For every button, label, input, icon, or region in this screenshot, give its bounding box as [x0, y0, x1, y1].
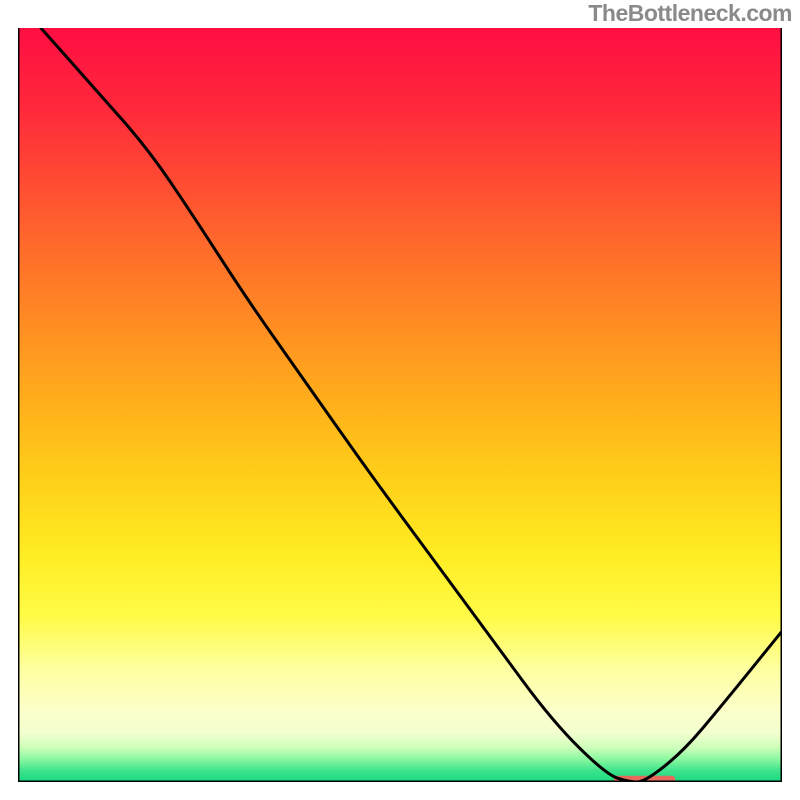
- chart-container: TheBottleneck.com: [0, 0, 800, 800]
- gradient-background: [18, 28, 782, 782]
- chart-plot: [18, 28, 782, 782]
- chart-svg: [18, 28, 782, 782]
- attribution-label: TheBottleneck.com: [588, 0, 792, 27]
